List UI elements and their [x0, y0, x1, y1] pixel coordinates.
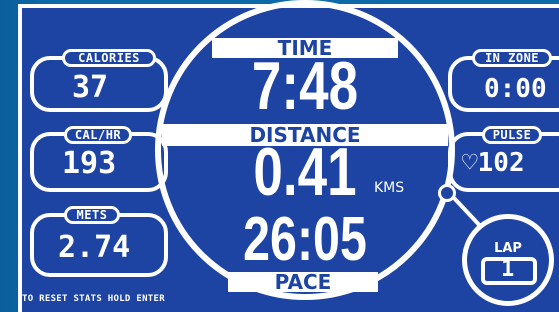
- calories-value: 37: [72, 70, 109, 105]
- pace-band: PACE: [228, 272, 378, 292]
- in-zone-value: 0:00: [484, 74, 547, 104]
- distance-unit: KMS: [374, 180, 405, 196]
- pulse-value: ♡102: [462, 148, 525, 178]
- pace-value: 26:05: [243, 205, 367, 274]
- pace-label: PACE: [274, 270, 332, 294]
- stats-panel: CALORIES 37 CAL/HR 193 METS 2.74 IN ZONE…: [18, 0, 559, 312]
- calories-label: CALORIES: [62, 49, 156, 67]
- lap-value: 1: [501, 257, 515, 282]
- pulse-label: PULSE: [482, 126, 542, 144]
- console-screen: CALORIES 37 CAL/HR 193 METS 2.74 IN ZONE…: [0, 0, 559, 312]
- distance-value: 0.41: [253, 134, 357, 210]
- cal-hr-value: 193: [62, 146, 117, 181]
- lap-indicator: LAP 1: [462, 214, 554, 306]
- mets-label: METS: [64, 206, 120, 224]
- lap-label: LAP: [494, 241, 522, 256]
- reset-hint: TO RESET STATS HOLD ENTER: [22, 294, 165, 304]
- cal-hr-label: CAL/HR: [64, 126, 132, 144]
- in-zone-label: IN ZONE: [472, 49, 552, 67]
- mets-value: 2.74: [58, 230, 131, 265]
- time-value: 7:48: [251, 48, 359, 124]
